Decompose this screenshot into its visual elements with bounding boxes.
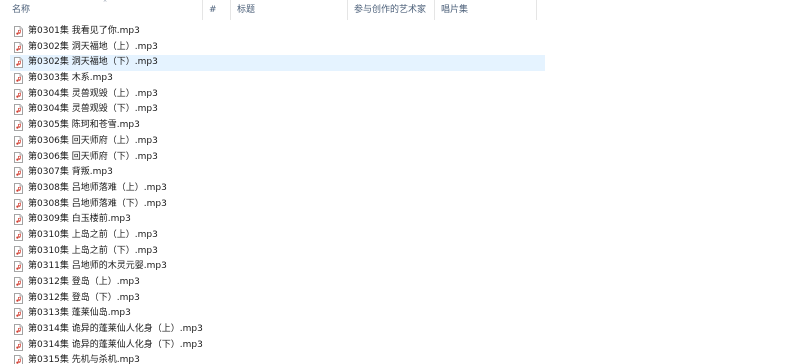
file-name: 第0314集 诡异的蓬莱仙人化身（下）.mp3 [28,339,203,350]
file-list-item[interactable]: 第0314集 诡异的蓬莱仙人化身（下）.mp3 [10,338,545,354]
file-list-item[interactable]: 第0307集 背叛.mp3 [10,165,545,181]
file-list-item[interactable]: 第0308集 吕地师落难（上）.mp3 [10,181,545,197]
audio-file-icon [14,214,23,226]
file-name: 第0308集 吕地师落难（上）.mp3 [28,182,167,193]
file-name: 第0304集 灵兽观毁（下）.mp3 [28,104,158,115]
file-list-item[interactable]: 第0312集 登岛（下）.mp3 [10,291,545,307]
audio-file-icon [14,308,23,320]
column-divider[interactable] [536,0,537,20]
file-list-item[interactable]: 第0302集 洞天福地（上）.mp3 [10,40,545,56]
audio-file-icon [14,104,23,116]
file-list-item[interactable]: 第0311集 吕地师的木灵元婴.mp3 [10,259,545,275]
audio-file-icon [14,182,23,194]
file-name: 第0315集 先机与杀机.mp3 [28,355,140,364]
audio-file-icon [14,277,23,288]
audio-file-icon [14,245,23,257]
column-header-title[interactable]: 标题 [231,0,347,20]
file-list-item[interactable]: 第0301集 我看见了你.mp3 [10,24,545,40]
file-name: 第0310集 上岛之前（上）.mp3 [28,229,158,240]
file-list-item[interactable]: 第0302集 洞天福地（下）.mp3 [10,55,545,72]
file-list-item[interactable]: 第0309集 白玉楼前.mp3 [10,212,545,228]
file-list-item[interactable]: 第0305集 陈珂和苍雪.mp3 [10,118,545,134]
audio-file-icon [14,41,23,53]
audio-file-icon [14,26,23,37]
audio-file-icon [14,339,23,351]
audio-file-icon [14,120,23,132]
audio-file-icon [14,57,23,69]
file-list-item[interactable]: 第0312集 登岛（上）.mp3 [10,275,545,291]
audio-file-icon [14,261,23,273]
file-name: 第0311集 吕地师的木灵元婴.mp3 [28,261,167,272]
file-name: 第0301集 我看见了你.mp3 [28,26,140,36]
file-name: 第0306集 回天师府（下）.mp3 [28,151,158,162]
file-name: 第0310集 上岛之前（下）.mp3 [28,245,158,256]
file-name: 第0312集 登岛（下）.mp3 [28,292,140,303]
audio-file-icon [14,292,23,304]
file-list-item[interactable]: 第0308集 吕地师落难（下）.mp3 [10,197,545,213]
file-name: 第0302集 洞天福地（下）.mp3 [28,57,158,68]
file-name: 第0309集 白玉楼前.mp3 [28,214,131,225]
file-explorer-window: ⌃ 名称 # 标题 参与创作的艺术家 唱片集 第0301集 我看见了你.mp3 [0,0,800,364]
column-header-name[interactable]: 名称 [6,0,202,20]
audio-file-icon [14,324,23,335]
file-list-item[interactable]: 第0306集 回天师府（下）.mp3 [10,150,545,166]
file-list-item[interactable]: 第0304集 灵兽观毁（下）.mp3 [10,102,545,118]
file-list-item[interactable]: 第0303集 木系.mp3 [10,71,545,87]
file-name: 第0307集 背叛.mp3 [28,167,113,178]
column-header-bar: ⌃ 名称 # 标题 参与创作的艺术家 唱片集 [0,0,800,20]
file-list-item[interactable]: 第0310集 上岛之前（上）.mp3 [10,228,545,244]
file-list-item[interactable]: 第0306集 回天师府（上）.mp3 [10,134,545,150]
audio-file-icon [14,135,23,147]
file-name: 第0304集 灵兽观毁（上）.mp3 [28,88,158,99]
file-list-item[interactable]: 第0315集 先机与杀机.mp3 [10,353,545,364]
file-name: 第0314集 诡异的蓬莱仙人化身（上）.mp3 [28,324,203,335]
file-list: 第0301集 我看见了你.mp3 第0302集 洞天福地（上）.mp3 第030… [0,24,800,364]
audio-file-icon [14,151,23,163]
file-list-item[interactable]: 第0313集 蓬莱仙岛.mp3 [10,306,545,322]
audio-file-icon [14,230,23,241]
file-name: 第0306集 回天师府（上）.mp3 [28,135,158,146]
file-list-item[interactable]: 第0304集 灵兽观毁（上）.mp3 [10,87,545,103]
audio-file-icon [14,88,23,100]
audio-file-icon [14,73,23,84]
audio-file-icon [14,198,23,210]
file-name: 第0308集 吕地师落难（下）.mp3 [28,198,167,209]
file-list-item[interactable]: 第0314集 诡异的蓬莱仙人化身（上）.mp3 [10,322,545,338]
file-name: 第0312集 登岛（上）.mp3 [28,277,140,287]
audio-file-icon [14,167,23,179]
file-name: 第0313集 蓬莱仙岛.mp3 [28,308,131,319]
column-header-album[interactable]: 唱片集 [435,0,536,20]
file-name: 第0302集 洞天福地（上）.mp3 [28,41,158,52]
file-name: 第0303集 木系.mp3 [28,73,113,84]
file-name: 第0305集 陈珂和苍雪.mp3 [28,120,140,131]
file-list-item[interactable]: 第0310集 上岛之前（下）.mp3 [10,244,545,260]
column-header-number[interactable]: # [203,0,230,20]
column-header-artist[interactable]: 参与创作的艺术家 [348,0,434,20]
audio-file-icon [14,355,23,364]
